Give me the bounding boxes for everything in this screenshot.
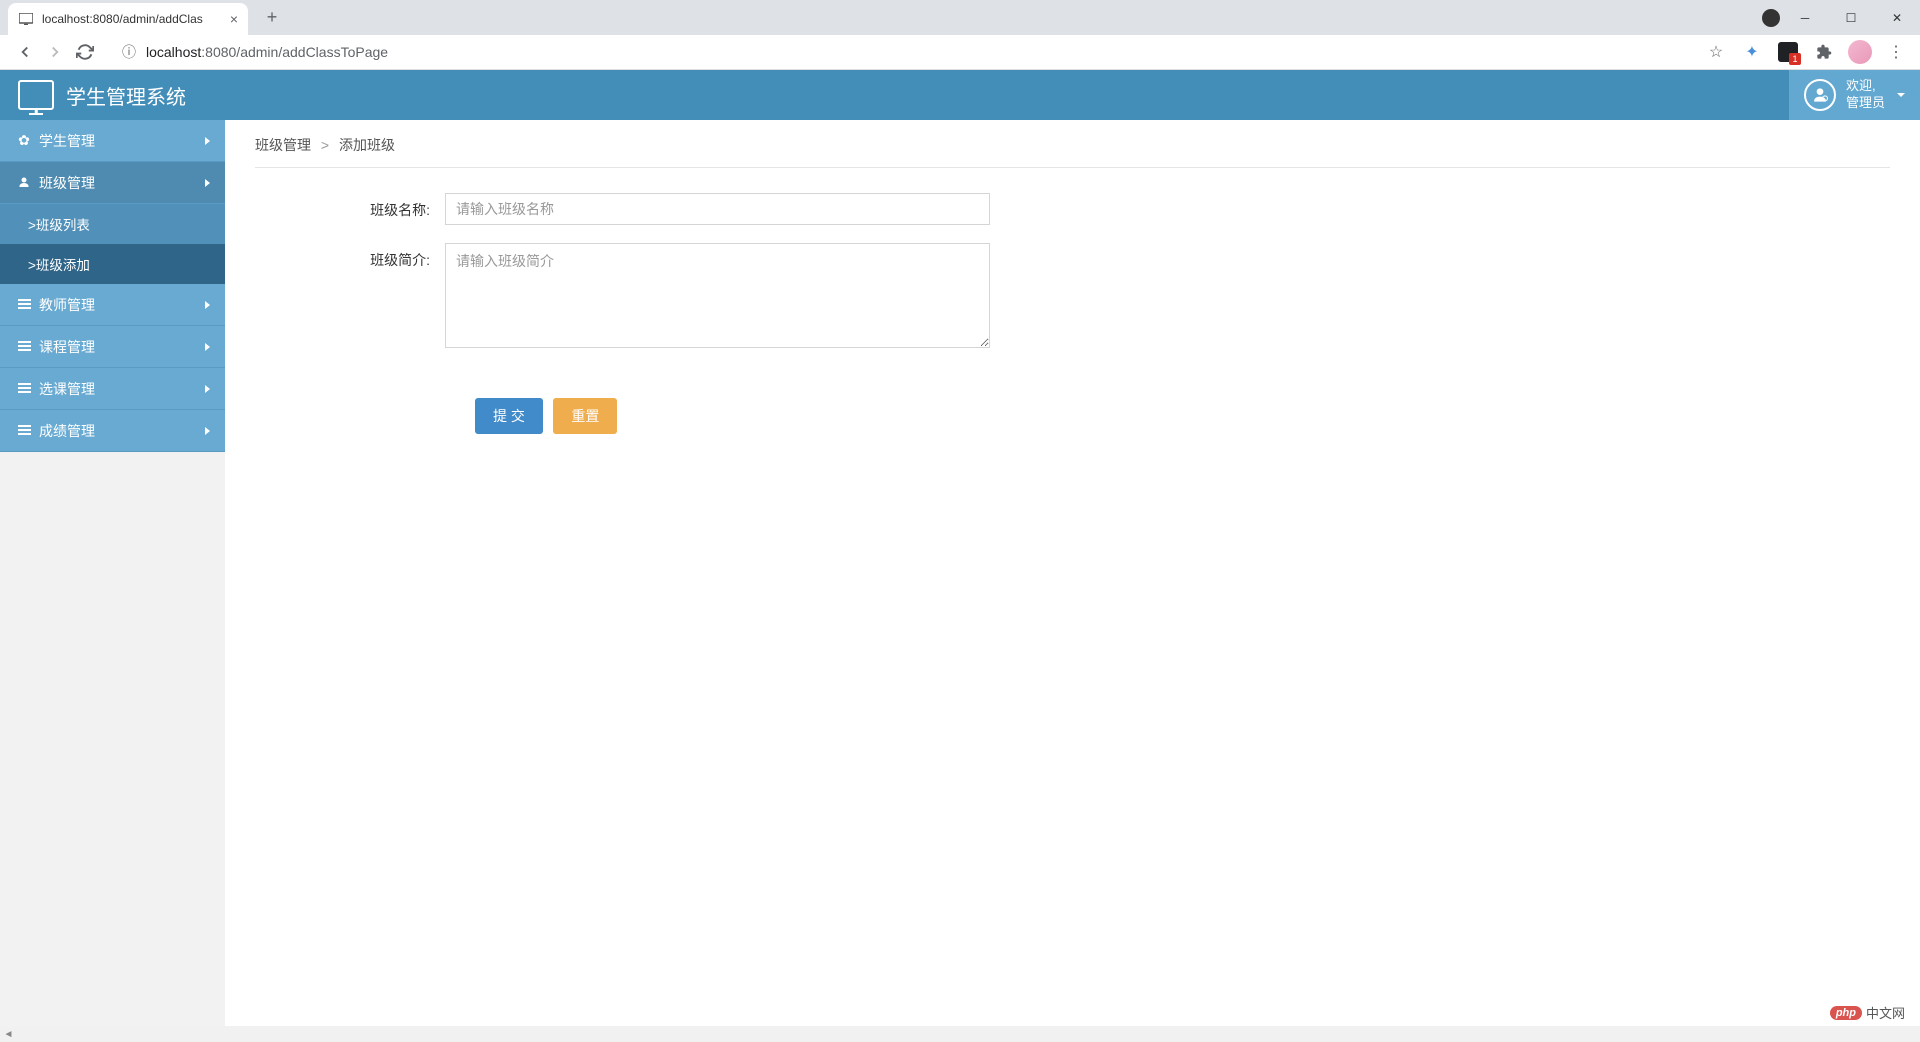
- address-bar[interactable]: ⓘ localhost:8080/admin/addClassToPage: [110, 38, 1692, 66]
- sidebar-item-enroll[interactable]: 选课管理: [0, 368, 225, 410]
- back-button[interactable]: [10, 37, 40, 67]
- horizontal-scrollbar[interactable]: ◄: [0, 1026, 1920, 1042]
- reload-button[interactable]: [70, 37, 100, 67]
- sidebar-item-label: 学生管理: [39, 131, 95, 151]
- reset-button[interactable]: 重置: [553, 398, 617, 434]
- main-layout: ✿ 学生管理 班级管理 >班级列表 >班级添加 教师管理: [0, 120, 1920, 1026]
- sidebar-item-label: 班级管理: [39, 173, 95, 193]
- breadcrumb-current: 添加班级: [339, 137, 395, 153]
- extension-notification-icon[interactable]: [1774, 38, 1802, 66]
- app-title: 学生管理系统: [66, 81, 186, 110]
- user-menu[interactable]: 欢迎, 管理员: [1789, 70, 1920, 120]
- sidebar-item-course[interactable]: 课程管理: [0, 326, 225, 368]
- submit-button[interactable]: 提 交: [475, 398, 543, 434]
- user-avatar-icon: [1804, 79, 1836, 111]
- content-area: 班级管理 > 添加班级 班级名称: 班级简介: 提 交 重置: [225, 120, 1920, 1026]
- class-name-input[interactable]: [445, 193, 990, 225]
- sidebar-item-label: 成绩管理: [39, 421, 95, 441]
- forward-button[interactable]: [40, 37, 70, 67]
- menu-dots-icon[interactable]: ⋮: [1882, 38, 1910, 66]
- chevron-right-icon: [205, 343, 210, 351]
- browser-tab[interactable]: localhost:8080/admin/addClas ×: [8, 3, 248, 35]
- app-header: 学生管理系统 欢迎, 管理员: [0, 70, 1920, 120]
- list-icon: [15, 297, 33, 313]
- chevron-right-icon: [205, 179, 210, 187]
- sidebar-item-grade[interactable]: 成绩管理: [0, 410, 225, 452]
- sidebar-item-label: 教师管理: [39, 295, 95, 315]
- list-icon: [15, 423, 33, 439]
- sidebar-subitem-class-add[interactable]: >班级添加: [0, 244, 225, 284]
- tab-bar: localhost:8080/admin/addClas × + ─ ☐ ✕: [0, 0, 1920, 35]
- sidebar: ✿ 学生管理 班级管理 >班级列表 >班级添加 教师管理: [0, 120, 225, 1026]
- url-host: localhost: [146, 44, 201, 60]
- sidebar-item-class[interactable]: 班级管理: [0, 162, 225, 204]
- tab-favicon-icon: [18, 11, 34, 27]
- watermark-badge: php: [1830, 1006, 1862, 1020]
- class-name-label: 班级名称:: [255, 193, 445, 225]
- chevron-right-icon: [205, 301, 210, 309]
- form-row-intro: 班级简介:: [255, 243, 1890, 348]
- sidebar-subitem-label: >班级列表: [28, 214, 90, 234]
- dropdown-caret-icon: [1897, 93, 1905, 97]
- form-row-name: 班级名称:: [255, 193, 1890, 225]
- browser-chrome: localhost:8080/admin/addClas × + ─ ☐ ✕ ⓘ…: [0, 0, 1920, 70]
- sidebar-item-student[interactable]: ✿ 学生管理: [0, 120, 225, 162]
- sidebar-subitem-class-list[interactable]: >班级列表: [0, 204, 225, 244]
- chevron-right-icon: [205, 427, 210, 435]
- chevron-right-icon: [205, 385, 210, 393]
- scroll-left-icon[interactable]: ◄: [0, 1026, 17, 1042]
- site-info-icon[interactable]: ⓘ: [122, 42, 136, 62]
- maximize-button[interactable]: ☐: [1828, 0, 1874, 35]
- incognito-icon: [1762, 9, 1780, 27]
- divider: [255, 167, 1890, 168]
- breadcrumb-sep: >: [321, 137, 329, 153]
- class-intro-label: 班级简介:: [255, 243, 445, 348]
- tab-title: localhost:8080/admin/addClas: [42, 12, 230, 26]
- watermark: php 中文网: [1830, 1003, 1905, 1022]
- close-window-button[interactable]: ✕: [1874, 0, 1920, 35]
- extensions-puzzle-icon[interactable]: [1810, 38, 1838, 66]
- toolbar-icons: ☆ ✦ ⋮: [1702, 38, 1910, 66]
- minimize-button[interactable]: ─: [1782, 0, 1828, 35]
- list-icon: [15, 339, 33, 355]
- app-logo: 学生管理系统: [18, 80, 186, 110]
- class-intro-textarea[interactable]: [445, 243, 990, 348]
- tab-close-icon[interactable]: ×: [230, 11, 238, 27]
- address-bar-row: ⓘ localhost:8080/admin/addClassToPage ☆ …: [0, 35, 1920, 70]
- monitor-icon: [18, 80, 54, 110]
- breadcrumb: 班级管理 > 添加班级: [255, 135, 1890, 167]
- chevron-right-icon: [205, 137, 210, 145]
- url-path: :8080/admin/addClassToPage: [201, 44, 388, 60]
- watermark-text: 中文网: [1866, 1003, 1905, 1022]
- list-icon: [15, 381, 33, 397]
- leaf-icon: ✿: [15, 132, 33, 149]
- user-welcome-text: 欢迎, 管理员: [1846, 78, 1885, 112]
- form-buttons: 提 交 重置: [475, 398, 1890, 434]
- breadcrumb-parent[interactable]: 班级管理: [255, 137, 311, 153]
- profile-avatar-icon[interactable]: [1846, 38, 1874, 66]
- sidebar-item-label: 课程管理: [39, 337, 95, 357]
- extension-bird-icon[interactable]: ✦: [1738, 38, 1766, 66]
- user-icon: [15, 175, 33, 191]
- sidebar-item-label: 选课管理: [39, 379, 95, 399]
- bookmark-star-icon[interactable]: ☆: [1702, 38, 1730, 66]
- new-tab-button[interactable]: +: [258, 7, 286, 28]
- sidebar-subitem-label: >班级添加: [28, 254, 90, 274]
- window-controls: ─ ☐ ✕: [1782, 0, 1920, 35]
- sidebar-item-teacher[interactable]: 教师管理: [0, 284, 225, 326]
